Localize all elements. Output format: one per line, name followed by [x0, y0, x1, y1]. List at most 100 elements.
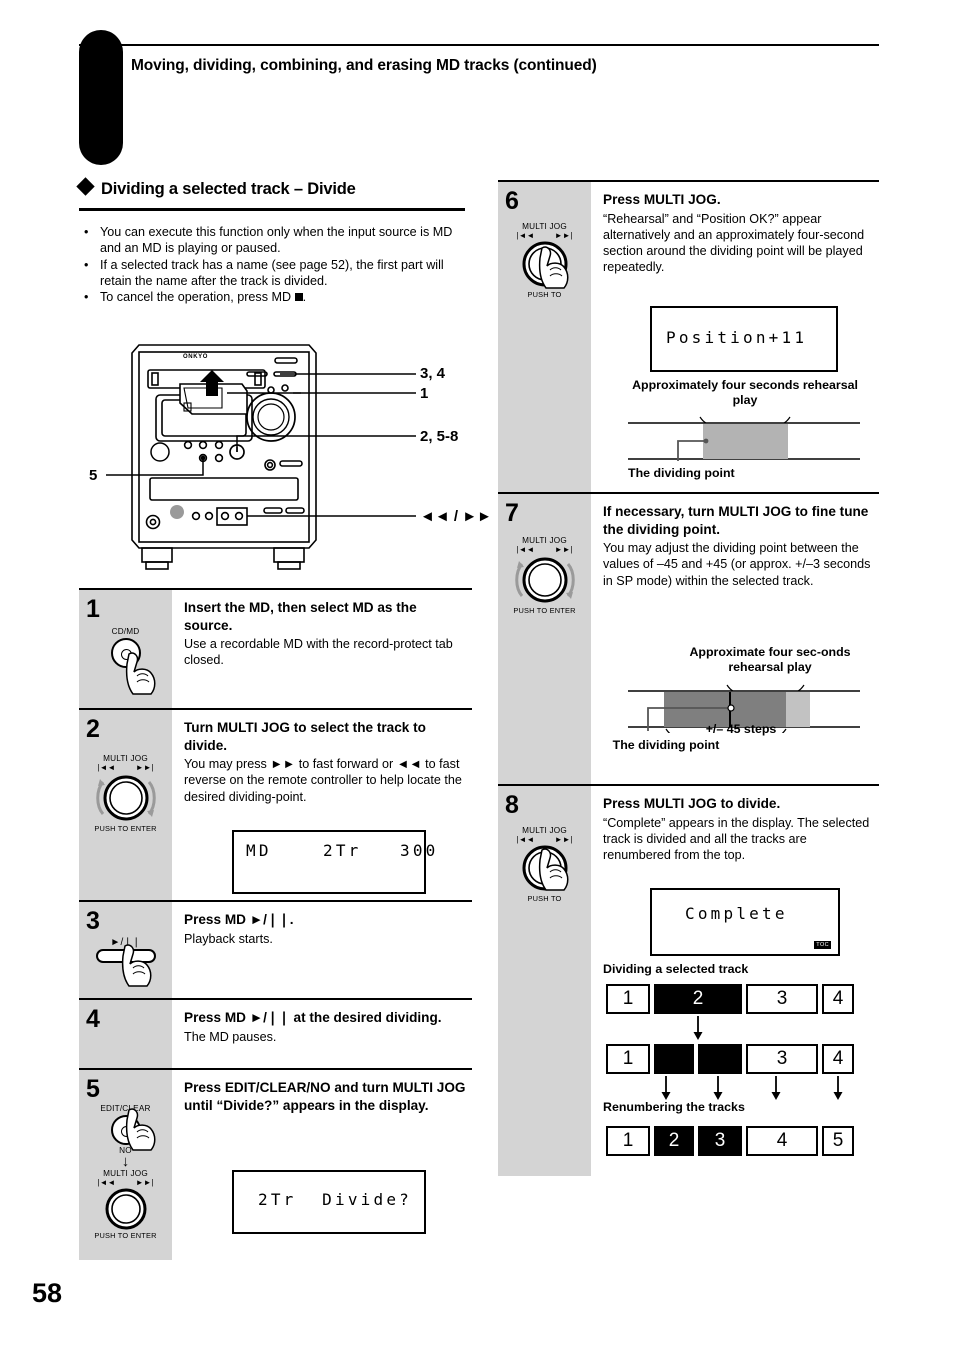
step-6-text: “Rehearsal” and “Position OK?” appear al… [603, 211, 865, 275]
lcd-display-step-8: Complete TOC [650, 888, 840, 956]
fig7-caption-top: Approximate four sec-onds rehearsal play [689, 645, 851, 674]
bullet-item: • You can execute this function only when… [80, 224, 472, 257]
lcd-text: MD 2Tr 300 [246, 841, 439, 860]
step-6-control: 6 MULTI JOG |◄◄ ►►| PUSH TO [498, 182, 591, 492]
step-7-text: You may adjust the dividing point betwee… [603, 541, 871, 588]
skip-arrows: |◄◄ ►►| [517, 836, 573, 844]
stop-square-icon [294, 293, 303, 302]
multi-jog-dial-icon[interactable] [512, 240, 578, 290]
play-pause-button-icon[interactable] [95, 949, 156, 963]
step-3-control: 3 ►/❘❘ [79, 902, 172, 998]
step-6-title: Press MULTI JOG. [603, 192, 721, 207]
multi-jog-dial-icon[interactable] [96, 1187, 156, 1231]
step-4: 4 Press MD ►/❘❘ at the desired dividing.… [79, 998, 472, 1068]
step-1-text: Use a recordable MD with the record-prot… [184, 637, 453, 668]
multi-jog-dial-icon[interactable] [512, 844, 578, 894]
section-heading: Dividing a selected track – Divide [76, 177, 469, 199]
step-5-control: 5 EDIT/CLEAR NO ↓ MULTI JOG |◄◄ ►►| PUSH … [79, 1070, 172, 1260]
step-8-title: Press MULTI JOG to divide. [603, 796, 781, 811]
callout-3-4: 3, 4 [420, 365, 446, 382]
callout-1: 1 [420, 385, 429, 402]
step-2-text: You may press ►► to fast forward or ◄◄ t… [184, 757, 462, 804]
cd-md-button-label: CD/MD [111, 627, 140, 636]
track-box: 4 [746, 1126, 818, 1156]
multi-jog-dial-icon[interactable] [91, 772, 161, 824]
bullet-item: • To cancel the operation, press MD . [84, 290, 307, 305]
bullet-text: You can execute this function only when … [100, 225, 453, 256]
diamond-bullet-icon [76, 177, 95, 196]
skip-fwd-icon: ►►| [554, 835, 573, 844]
skip-fwd-icon: ►►| [135, 1178, 154, 1187]
lcd-display-step-6: Position+11 [650, 306, 838, 372]
track-box: 5 [822, 1126, 854, 1156]
step-7-control: 7 MULTI JOG |◄◄ ►►| PUSH TO ENTER [498, 494, 591, 784]
page-header-title: Moving, dividing, combining, and erasing… [131, 57, 597, 74]
manual-page: Moving, dividing, combining, and erasing… [0, 0, 954, 1351]
step-7-number: 7 [505, 499, 519, 527]
skip-fwd-icon: ►►| [554, 231, 573, 240]
fig6-caption-top: Approximately four seconds rehearsal pla… [632, 378, 858, 407]
cd-md-button-icon[interactable] [110, 638, 141, 668]
step-8: 8 MULTI JOG |◄◄ ►►| PUSH TO Press MULTI … [498, 784, 879, 1176]
step-5-title-bold: EDIT [224, 1080, 256, 1095]
arrow-down-icon [661, 1076, 671, 1100]
skip-back-icon: |◄◄ [97, 1178, 116, 1187]
step-6-number: 6 [505, 187, 519, 215]
multi-jog-dial-icon[interactable] [510, 554, 580, 606]
step-4-text: The MD pauses. [184, 1029, 277, 1044]
fig6-timeline [628, 416, 860, 461]
track-box: 2 [654, 984, 742, 1014]
bullet-dot-icon: • [84, 225, 89, 239]
skip-back-icon: |◄◄ [97, 763, 116, 772]
push-to-enter-label: PUSH TO [527, 894, 562, 903]
lcd-text: 2Tr Divide? [258, 1190, 412, 1209]
lcd-display-step-2: MD 2Tr 300 [232, 830, 435, 894]
step-1-number: 1 [86, 595, 100, 623]
track-box [654, 1044, 694, 1074]
callout-skip: ◄◄ / ►► [420, 508, 492, 525]
step-3-text: Playback starts. [184, 931, 273, 946]
arrow-down-icon [693, 1016, 703, 1040]
skip-back-icon: |◄◄ [516, 835, 535, 844]
bullet-dot-icon: • [84, 257, 89, 272]
track-box: 3 [746, 1044, 818, 1074]
bullet-item: • If a selected track has a name (see pag… [80, 257, 472, 290]
step-8-body: Press MULTI JOG to divide. “Complete” ap… [591, 786, 879, 1176]
step-5-number: 5 [86, 1075, 100, 1103]
lcd-text: Position+11 [666, 328, 808, 347]
bullet-dot-icon: • [84, 290, 89, 305]
step-3-number: 3 [86, 907, 100, 935]
callout-2-5-8: 2, 5-8 [420, 428, 459, 445]
step-5-title: Press EDIT/CLEAR/NO and turn MULTI JOG u… [184, 1079, 466, 1114]
skip-arrows: |◄◄ ►►| [517, 232, 573, 240]
step-4-number: 4 [86, 1005, 100, 1033]
skip-arrows: |◄◄ ►►| [517, 546, 573, 554]
step-1-control: 1 CD/MD [79, 590, 172, 708]
step-8-control: 8 MULTI JOG |◄◄ ►►| PUSH TO [498, 786, 591, 1176]
edit-clear-button-icon[interactable] [110, 1115, 141, 1145]
play-pause-label: ►/❘❘ [110, 937, 141, 948]
track-box: 4 [822, 1044, 854, 1074]
fig7-caption-mid: +/– 45 steps [705, 722, 777, 736]
bullet-text: If a selected track has a name (see page… [100, 257, 444, 288]
step-4-title: Press MD ►/❘❘ at the desired dividing. [184, 1010, 442, 1025]
arrow-down-icon: ↓ [121, 1153, 130, 1170]
push-to-enter-label: PUSH TO [527, 290, 562, 299]
skip-back-icon: |◄◄ [516, 545, 535, 554]
track-box: 3 [746, 984, 818, 1014]
track-box [698, 1044, 742, 1074]
section-heading-text: Dividing a selected track – Divide [101, 180, 356, 198]
multi-jog-label: MULTI JOG [103, 754, 148, 763]
step-2-title: Turn MULTI JOG to select the track to di… [184, 720, 426, 753]
fig6-caption-bottom: The dividing point [628, 466, 735, 480]
push-to-enter-label: PUSH TO ENTER [94, 824, 157, 833]
toc-badge: TOC [814, 941, 831, 949]
brand-logo: ONKYO [183, 354, 209, 360]
intro-bullets: • You can execute this function only when… [80, 224, 472, 305]
step-2-number: 2 [86, 715, 100, 743]
arrow-down-icon [713, 1076, 723, 1100]
step-3-body: Press MD ►/❘❘. Playback starts. [172, 902, 472, 998]
steps-left-column: 1 CD/MD Insert the MD, then select MD as… [79, 588, 472, 1260]
step-3-title: Press MD ►/❘❘. [184, 912, 294, 927]
page-number: 58 [32, 1278, 63, 1308]
